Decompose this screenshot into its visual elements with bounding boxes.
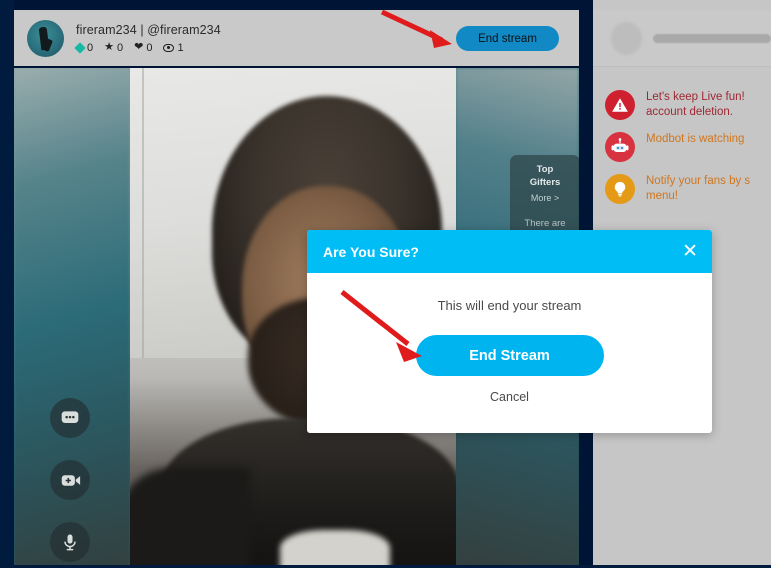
dialog-message: This will end your stream bbox=[437, 298, 582, 313]
confirm-end-stream-dialog: Are You Sure? ✕ This will end your strea… bbox=[307, 230, 712, 433]
confirm-end-stream-button[interactable]: End Stream bbox=[415, 335, 604, 376]
app-root: fireram234 | @fireram234 0 ★ 0 ❤ 0 1 End… bbox=[0, 0, 771, 568]
cancel-button[interactable]: Cancel bbox=[490, 390, 529, 404]
close-icon[interactable]: ✕ bbox=[682, 242, 698, 261]
dialog-header: Are You Sure? ✕ bbox=[307, 230, 712, 273]
dialog-title: Are You Sure? bbox=[323, 243, 419, 260]
dialog-body: This will end your stream End Stream Can… bbox=[307, 273, 712, 404]
